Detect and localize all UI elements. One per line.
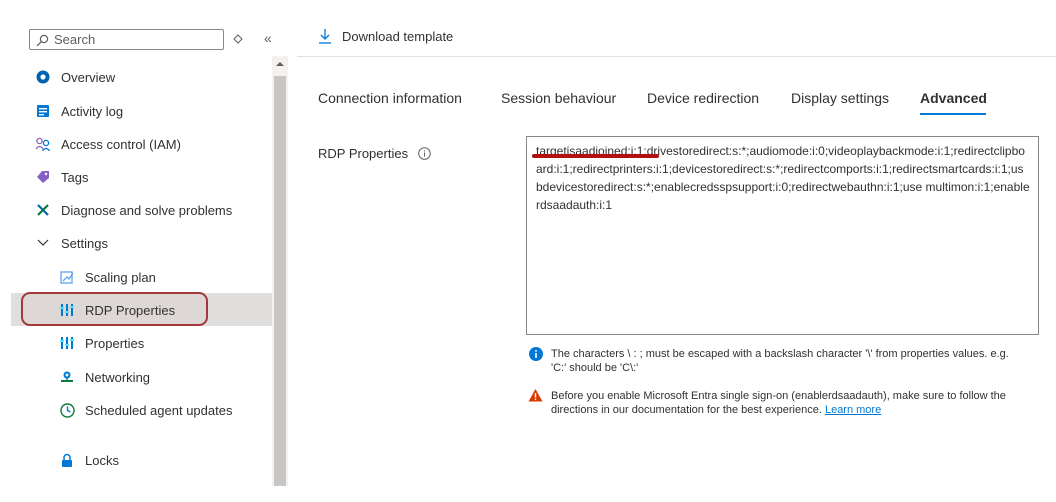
sidebar-item-label: Access control (IAM) [61, 136, 181, 152]
sidebar-group-label: Settings [61, 235, 108, 251]
info-filled-icon [529, 347, 543, 361]
warning-note: Before you enable Microsoft Entra single… [551, 389, 1021, 417]
tag-icon [35, 169, 51, 185]
sidebar-item-label: Diagnose and solve problems [61, 202, 233, 218]
info-note: The characters \ : ; must be escaped wit… [551, 348, 1009, 374]
sidebar-item-label: Scaling plan [85, 269, 156, 285]
sidebar-item-label: Networking [85, 369, 151, 385]
sidebar-item-overview[interactable]: Overview [35, 63, 115, 91]
sidebar-item-label: RDP Properties [85, 302, 176, 318]
sidebar-item-rdp-properties[interactable]: RDP Properties [59, 296, 175, 324]
sidebar-item-label: Tags [61, 169, 89, 185]
learn-more-link[interactable]: Learn more [825, 404, 881, 416]
search-input[interactable] [54, 31, 214, 48]
tab-connection-information[interactable]: Connection information [318, 90, 462, 106]
properties-icon [59, 335, 75, 351]
tab-session-behaviour[interactable]: Session behaviour [501, 90, 616, 106]
sidebar-item-diagnose[interactable]: Diagnose and solve problems [35, 196, 232, 224]
wrench-icon [35, 202, 51, 218]
lock-icon [59, 452, 75, 468]
tab-display-settings[interactable]: Display settings [791, 90, 889, 106]
overview-icon [35, 69, 51, 85]
collapse-sidebar-icon[interactable]: « [264, 30, 272, 46]
tab-device-redirection[interactable]: Device redirection [647, 90, 759, 106]
sidebar-item-scaling-plan[interactable]: Scaling plan [59, 263, 156, 291]
sidebar-item-label: Scheduled agent updates [85, 403, 233, 418]
download-template-button[interactable]: Download template [318, 28, 453, 44]
sidebar-item-properties[interactable]: Properties [59, 329, 144, 357]
sidebar-item-label: Overview [61, 69, 116, 85]
sidebar-item-label: Activity log [61, 103, 124, 119]
scaling-plan-icon [59, 269, 75, 285]
sidebar-group-settings[interactable]: Settings [35, 229, 108, 257]
sidebar-scrollbar-thumb[interactable] [274, 76, 286, 486]
chevron-down-icon [35, 235, 51, 251]
access-control-icon [35, 136, 51, 152]
sidebar-item-locks[interactable]: Locks [59, 446, 119, 474]
sidebar-item-access-control[interactable]: Access control (IAM) [35, 130, 181, 158]
sidebar-item-activity-log[interactable]: Activity log [35, 97, 123, 125]
warning-text: Before you enable Microsoft Entra single… [551, 390, 1006, 416]
search-icon [36, 34, 49, 47]
properties-icon [59, 302, 75, 318]
activity-log-icon [35, 103, 51, 119]
clock-icon [59, 402, 75, 418]
sidebar-item-label: Properties [85, 335, 145, 351]
sidebar-item-scheduled-agent-updates[interactable]: Scheduled agent updates [85, 402, 235, 420]
annotation-underline [532, 154, 659, 158]
info-icon[interactable] [418, 147, 431, 160]
sidebar-item-networking[interactable]: Networking [59, 363, 150, 391]
filter-diamond-icon[interactable] [233, 34, 243, 44]
download-template-label: Download template [342, 28, 454, 44]
header-divider [297, 56, 1056, 57]
search-box[interactable] [29, 29, 224, 50]
rdp-properties-label: RDP Properties [318, 146, 409, 161]
sidebar-item-tags[interactable]: Tags [35, 163, 88, 191]
tab-advanced[interactable]: Advanced [920, 90, 987, 106]
scroll-up-arrow-icon[interactable] [275, 61, 285, 67]
sidebar-item-label: Locks [85, 452, 119, 468]
active-tab-indicator [920, 113, 986, 115]
networking-icon [59, 369, 75, 385]
rdp-properties-textarea[interactable]: targetisaadjoined:i:1;drivestoredirect:s… [526, 136, 1039, 335]
download-icon [319, 29, 331, 44]
warning-icon [528, 389, 543, 402]
